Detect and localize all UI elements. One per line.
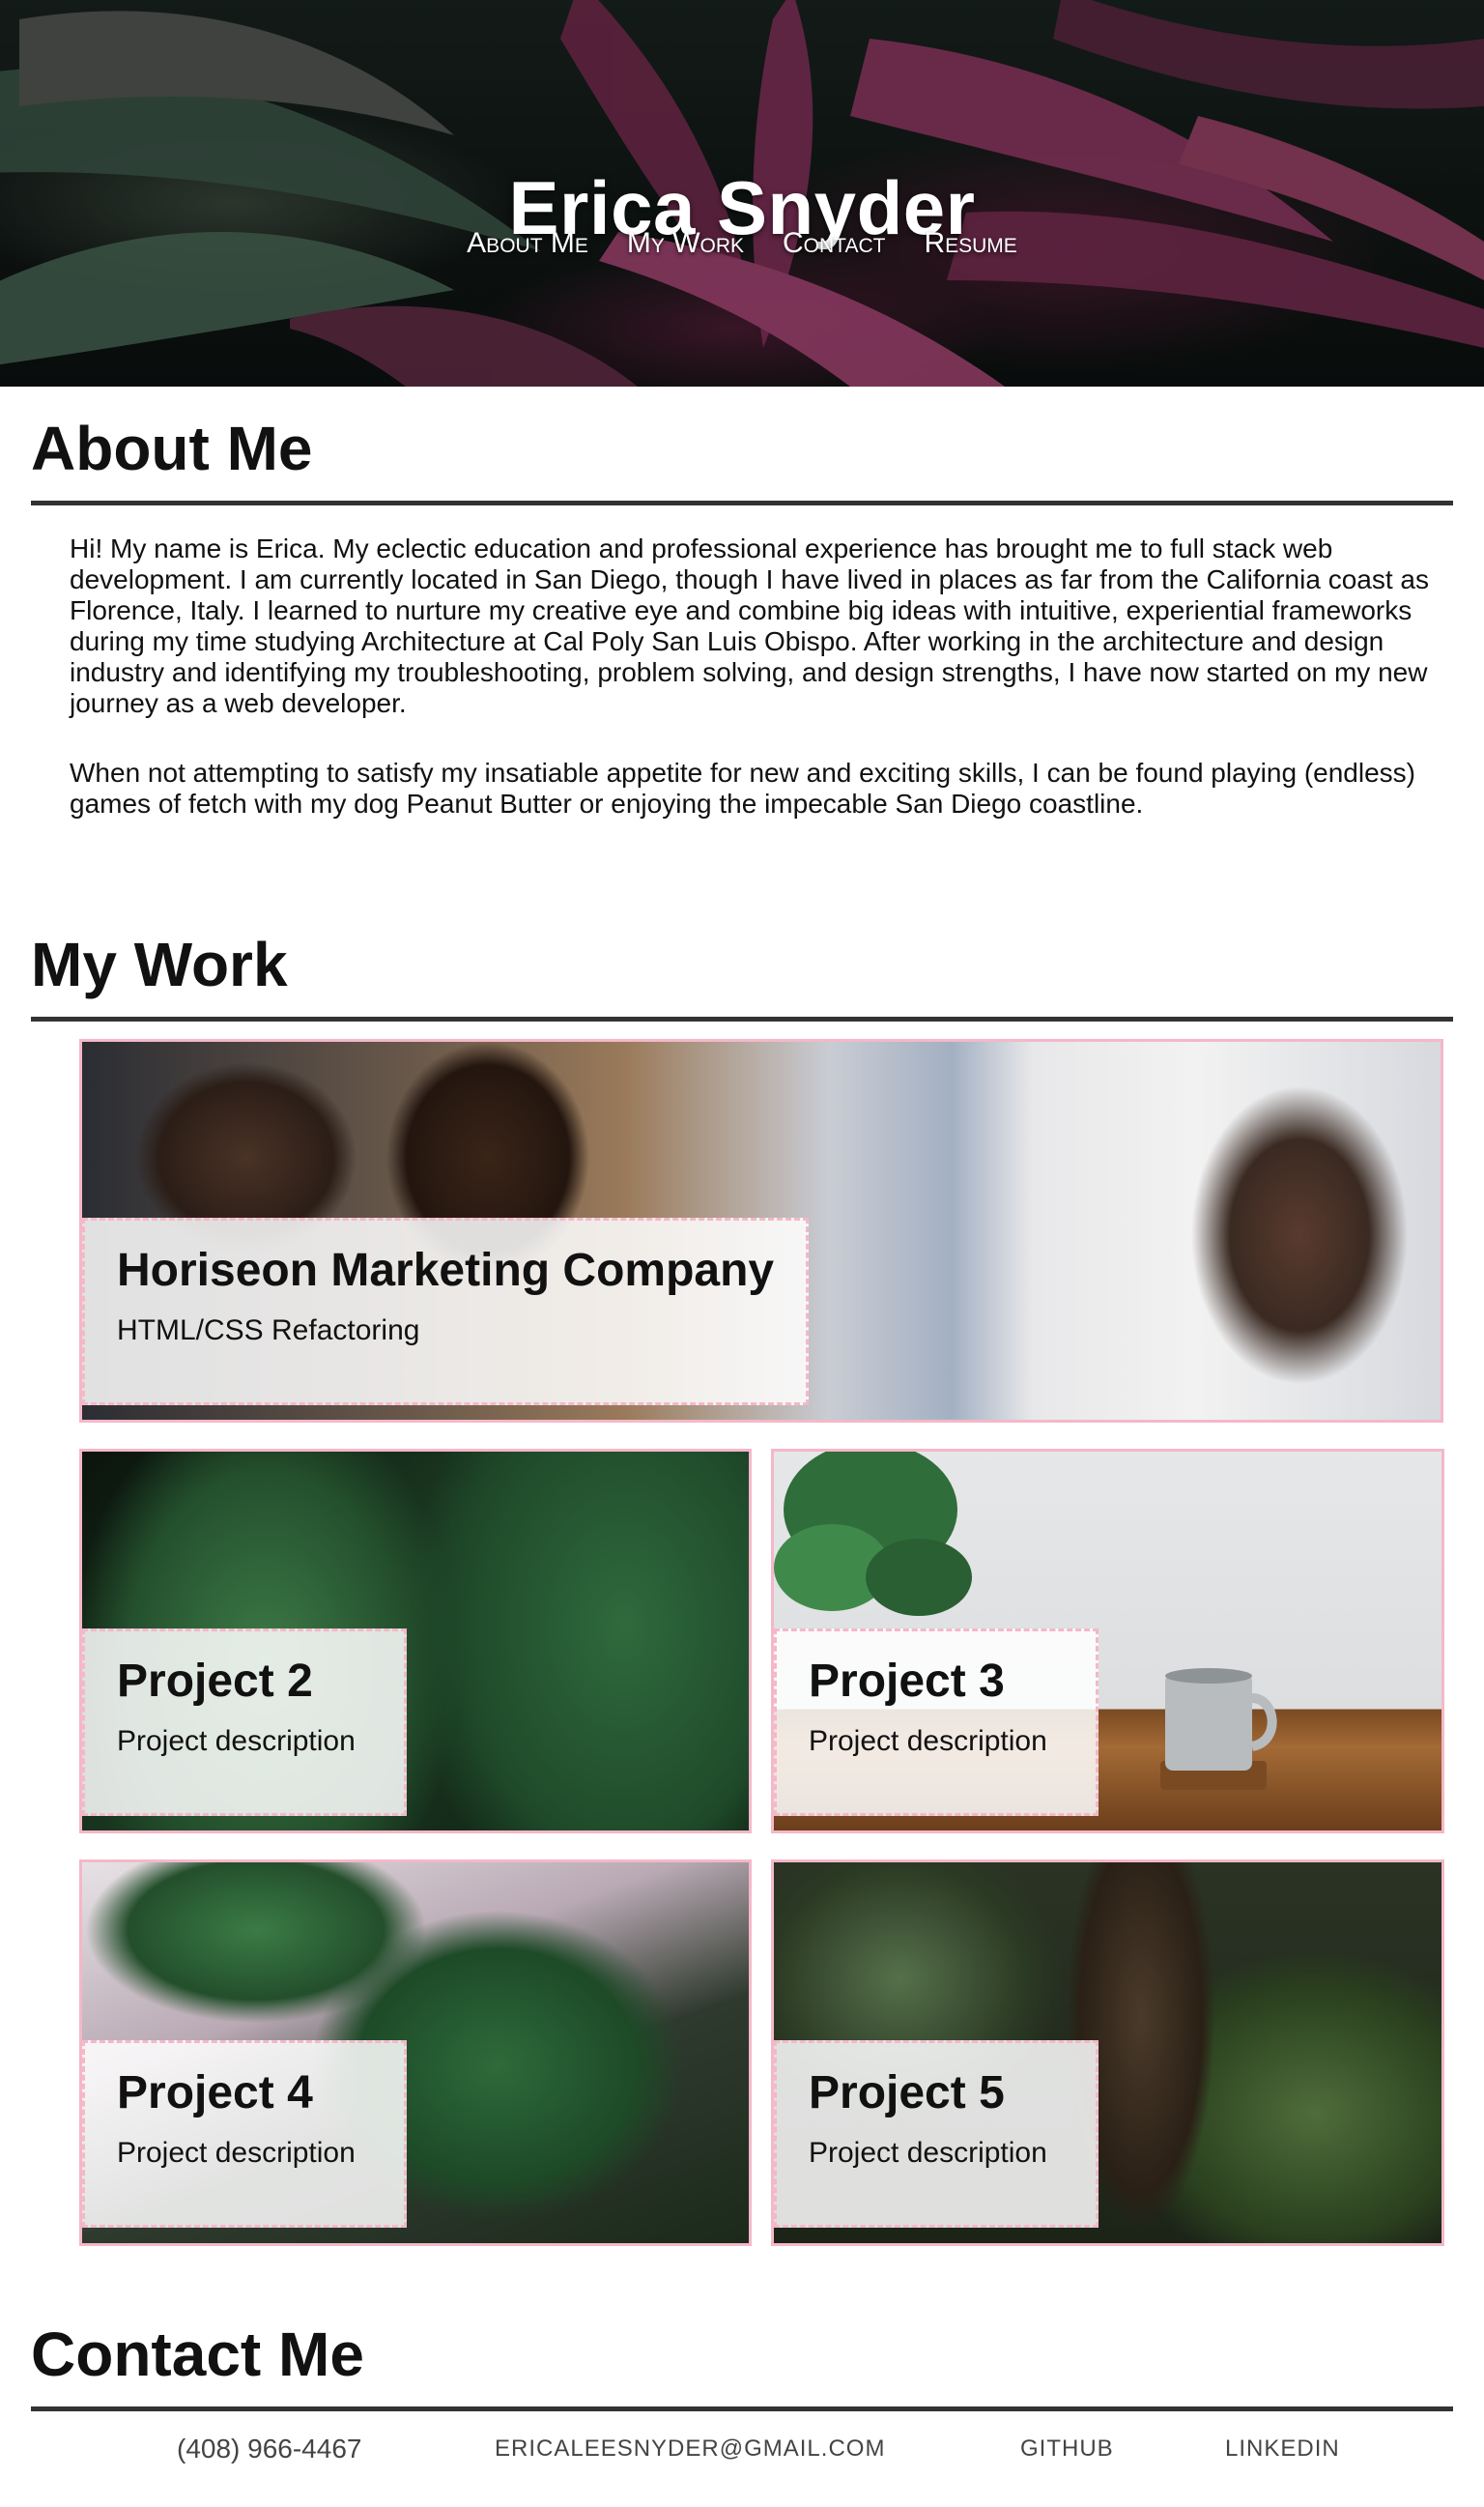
project-description: HTML/CSS Refactoring: [117, 1314, 420, 1346]
nav-link-contact[interactable]: Contact: [783, 227, 885, 260]
project-label: Project 4 Project description: [82, 2040, 407, 2228]
contact-github-link[interactable]: Github: [1020, 2435, 1114, 2463]
contact-linkedin-link[interactable]: LinkedIn: [1225, 2435, 1340, 2463]
project-title: Horiseon Marketing Company: [117, 1245, 775, 1296]
project-description: Project description: [809, 2137, 1047, 2169]
contact-phone-link[interactable]: (408) 966-4467: [177, 2434, 361, 2464]
contact-heading: Contact Me: [31, 2316, 1453, 2411]
project-title: Project 5: [809, 2067, 1005, 2118]
project-card-2[interactable]: Project 2 Project description: [79, 1449, 752, 1833]
project-description: Project description: [117, 2137, 356, 2169]
project-label: Project 2 Project description: [82, 1628, 407, 1816]
about-paragraph-2: When not attempting to satisfy my insati…: [70, 758, 1415, 819]
project-label: Project 3 Project description: [774, 1628, 1099, 1816]
project-label: Project 5 Project description: [774, 2040, 1099, 2228]
main-nav: About Me My Work Contact Resume: [0, 227, 1484, 260]
contact-email-link[interactable]: ericaleesnyder@gmail.com: [495, 2435, 885, 2463]
work-heading: My Work: [31, 926, 1453, 1022]
project-card-5[interactable]: Project 5 Project description: [771, 1859, 1444, 2246]
hero-banner: Erica Snyder About Me My Work Contact Re…: [0, 0, 1484, 387]
project-card-3[interactable]: Project 3 Project description: [771, 1449, 1444, 1833]
nav-link-about[interactable]: About Me: [467, 227, 588, 260]
project-description: Project description: [809, 1725, 1047, 1757]
about-paragraph-1: Hi! My name is Erica. My eclectic educat…: [70, 533, 1429, 718]
project-description: Project description: [117, 1725, 356, 1757]
project-card-featured[interactable]: Horiseon Marketing Company HTML/CSS Refa…: [79, 1039, 1443, 1423]
project-title: Project 2: [117, 1656, 313, 1707]
project-title: Project 3: [809, 1656, 1005, 1707]
project-card-4[interactable]: Project 4 Project description: [79, 1859, 752, 2246]
about-heading: About Me: [31, 410, 1453, 505]
nav-link-resume[interactable]: Resume: [924, 227, 1016, 260]
contact-links: (408) 966-4467 ericaleesnyder@gmail.com …: [0, 2434, 1484, 2472]
project-title: Project 4: [117, 2067, 313, 2118]
project-label: Horiseon Marketing Company HTML/CSS Refa…: [82, 1218, 809, 1405]
nav-link-work[interactable]: My Work: [627, 227, 744, 260]
